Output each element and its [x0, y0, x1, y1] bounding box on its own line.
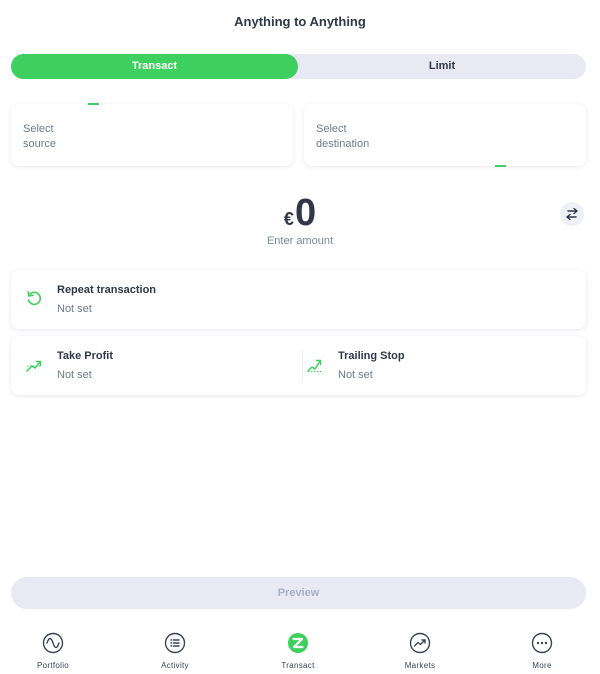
- tab-limit[interactable]: Limit: [298, 54, 586, 79]
- trailing-stop-row[interactable]: Trailing Stop Not set: [306, 350, 566, 382]
- trailing-stop-value: Not set: [338, 369, 373, 381]
- select-source-card[interactable]: Select source: [11, 103, 293, 166]
- options-divider: [302, 350, 303, 382]
- amount-input[interactable]: € 0: [284, 192, 316, 234]
- trailing-stop-icon: [307, 359, 322, 372]
- nav-item-transact[interactable]: Transact: [258, 632, 338, 670]
- currency-symbol: €: [283, 209, 294, 229]
- destination-label-line1: Select: [316, 123, 347, 135]
- repeat-transaction-value: Not set: [57, 303, 92, 315]
- destination-label-line2: destination: [316, 138, 370, 150]
- page-title: Anything to Anything: [234, 14, 366, 29]
- source-label-line1: Select: [23, 123, 54, 135]
- more-icon: [531, 632, 553, 654]
- nav-item-portfolio[interactable]: Portfolio: [13, 632, 93, 670]
- amount-hint: Enter amount: [266, 235, 334, 247]
- transact-icon: [288, 633, 308, 653]
- nav-label-activity: Activity: [161, 661, 189, 670]
- portfolio-icon: [42, 632, 64, 654]
- swap-button[interactable]: [560, 202, 584, 226]
- nav-label-markets: Markets: [404, 661, 436, 670]
- order-options-card: Take Profit Not set Trailing Stop Not se…: [11, 336, 586, 395]
- amount-section: € 0 Enter amount: [0, 192, 600, 247]
- repeat-transaction-card[interactable]: Repeat transaction Not set: [11, 270, 586, 329]
- source-indicator: [88, 103, 99, 105]
- repeat-transaction-title: Repeat transaction: [57, 284, 157, 296]
- swap-arrows-icon: [566, 208, 578, 220]
- bottom-nav: Portfolio Activity Transact Markets More: [0, 632, 600, 674]
- nav-label-transact: Transact: [281, 661, 315, 670]
- nav-item-activity[interactable]: Activity: [135, 632, 215, 670]
- nav-label-more: More: [532, 661, 552, 670]
- source-label-line2: source: [23, 138, 57, 150]
- repeat-icon: [27, 291, 42, 306]
- take-profit-value: Not set: [57, 369, 92, 381]
- activity-icon: [164, 632, 186, 654]
- nav-item-more[interactable]: More: [502, 632, 582, 670]
- markets-icon: [409, 632, 431, 654]
- take-profit-title: Take Profit: [57, 350, 114, 362]
- nav-label-portfolio: Portfolio: [36, 661, 70, 670]
- tab-transact[interactable]: Transact: [11, 54, 298, 79]
- preview-button[interactable]: Preview: [11, 577, 586, 609]
- take-profit-row[interactable]: Take Profit Not set: [25, 350, 285, 382]
- trailing-stop-title: Trailing Stop: [338, 350, 405, 362]
- nav-item-markets[interactable]: Markets: [380, 632, 460, 670]
- mode-segmented-control: Transact Limit: [11, 54, 586, 79]
- take-profit-icon: [26, 360, 42, 372]
- destination-indicator: [495, 165, 506, 167]
- amount-value: 0: [294, 192, 317, 234]
- select-destination-card[interactable]: Select destination: [304, 104, 586, 167]
